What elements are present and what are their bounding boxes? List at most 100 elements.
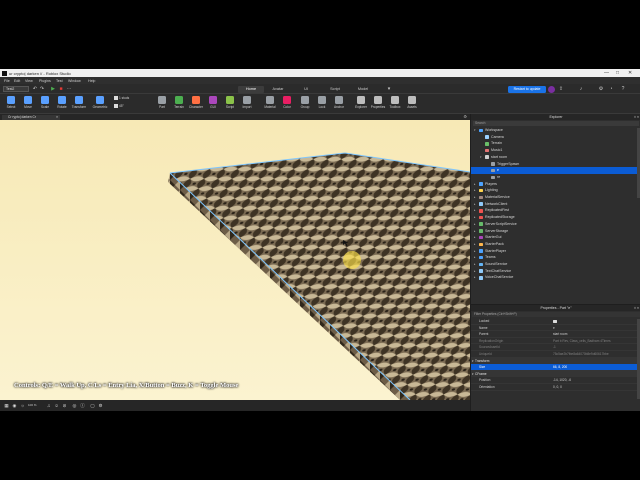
- menu-file[interactable]: File: [4, 79, 10, 83]
- locked-checkbox[interactable]: [553, 319, 557, 324]
- property-value[interactable]: 0, 0, 0: [553, 384, 562, 391]
- property-value[interactable]: -14, 1020, -6: [553, 377, 571, 384]
- chevron-right-icon[interactable]: ▸: [474, 201, 477, 208]
- redo-icon[interactable]: ↷: [39, 86, 45, 92]
- stop-icon[interactable]: ■: [58, 86, 64, 92]
- explorer-item-startergui[interactable]: ▸ StarterGui: [471, 234, 640, 241]
- explorer-item-replicatedfirst[interactable]: ▸ ReplicatedFirst: [471, 207, 640, 214]
- property-row-orientation[interactable]: Orientation 0, 0, 0: [471, 384, 637, 391]
- tab-script[interactable]: Script: [324, 86, 346, 93]
- undo-icon[interactable]: ↶: [32, 86, 38, 92]
- gear-icon[interactable]: ⚙: [463, 114, 467, 119]
- move-tool[interactable]: Move: [19, 96, 37, 112]
- settings-icon[interactable]: ⚙: [98, 403, 103, 408]
- snap-move-field[interactable]: 1 studs: [114, 96, 129, 101]
- chevron-down-icon[interactable]: ▾: [386, 86, 392, 92]
- menu-help[interactable]: Help: [88, 79, 95, 83]
- minimize-button[interactable]: —: [604, 70, 609, 76]
- property-row-replicationorigin[interactable]: ReplicationOrigin Part b Rev, Class_cells…: [471, 338, 637, 345]
- property-row-locked[interactable]: Locked: [471, 318, 637, 325]
- explorer-item-teams[interactable]: ▸ Teams: [471, 254, 640, 261]
- character-tool[interactable]: Character: [187, 96, 205, 112]
- explorer-item-starterpack[interactable]: ▸ StarterPack: [471, 241, 640, 248]
- rotate-tool[interactable]: Rotate: [53, 96, 71, 112]
- tab-ui[interactable]: UI: [298, 86, 314, 93]
- explorer-item-start-room[interactable]: ▾ start room: [471, 154, 640, 161]
- scale-tool[interactable]: Scale: [36, 96, 54, 112]
- snap-rotate-checkbox[interactable]: [114, 104, 118, 109]
- settings-icon[interactable]: ⚙: [598, 86, 604, 92]
- tab-model[interactable]: Model: [352, 86, 374, 93]
- explorer-item-terrain[interactable]: Terrain: [471, 140, 640, 147]
- explorer-item-lighting[interactable]: ▸ Lighting: [471, 187, 640, 194]
- mute-icon[interactable]: ⊘: [62, 403, 67, 408]
- menu-plugins[interactable]: Plugins: [39, 79, 51, 83]
- chevron-right-icon[interactable]: ▸: [474, 274, 477, 281]
- property-row-cframe[interactable]: CFrame ▾: [471, 370, 637, 378]
- explorer-item-triggerspawn[interactable]: TriggerSpawn: [471, 161, 640, 168]
- explorer-item-serverscriptservice[interactable]: ▸ ServerScriptService: [471, 221, 640, 228]
- user-icon[interactable]: ☺: [54, 403, 59, 408]
- explorer-item-textchatservice[interactable]: ▸ TextChatService: [471, 268, 640, 275]
- explorer-item-re[interactable]: re: [471, 174, 640, 181]
- gui-tool[interactable]: GUI: [204, 96, 222, 112]
- 3d-viewport[interactable]: Controls: Q/E = Walk Up, C/Ls = Entry Li…: [0, 120, 470, 400]
- chevron-right-icon[interactable]: ▸: [474, 248, 477, 255]
- restart-to-update-button[interactable]: Restart to update: [508, 85, 546, 93]
- explorer-item-starterplayer[interactable]: ▸ StarterPlayer: [471, 248, 640, 255]
- tab-avatar[interactable]: Avatar: [266, 86, 290, 93]
- property-row-uniqueid[interactable]: UniqueId 75c5ae2b7fbe8a64070b8e9d60617bbe: [471, 351, 637, 358]
- zoom-level[interactable]: 100 %: [28, 403, 37, 407]
- explorer-item-camera[interactable]: Camera: [471, 134, 640, 141]
- snap-rotate-field[interactable]: 45°: [114, 104, 124, 109]
- chevron-down-icon[interactable]: ▾: [474, 127, 477, 134]
- menu-window[interactable]: Window: [68, 79, 81, 83]
- grid-icon[interactable]: ▦: [4, 403, 9, 408]
- explorer-item-music1[interactable]: Music1: [471, 147, 640, 154]
- explorer-item-serverstorage[interactable]: ▸ ServerStorage: [471, 228, 640, 235]
- info-icon[interactable]: ⓘ: [80, 403, 85, 408]
- material-tool[interactable]: Material: [261, 96, 279, 112]
- lock-tool[interactable]: Lock: [313, 96, 331, 112]
- explorer-item-e[interactable]: e: [471, 167, 640, 174]
- panel-pin-close-icon[interactable]: ⌗ ×: [634, 305, 639, 311]
- tab-home[interactable]: Home: [238, 85, 264, 93]
- close-button[interactable]: ✕: [628, 70, 632, 76]
- transform-tool[interactable]: Transform: [70, 96, 88, 112]
- help-icon[interactable]: ?: [620, 86, 626, 92]
- chevron-right-icon[interactable]: ▸: [474, 214, 477, 221]
- property-row-sourceassetid[interactable]: SourceAssetId -1: [471, 344, 637, 351]
- chevron-right-icon[interactable]: ▸: [474, 194, 477, 201]
- chevron-right-icon[interactable]: ▸: [474, 221, 477, 228]
- explorer-search-input[interactable]: Search: [473, 121, 639, 126]
- eye-icon[interactable]: ◎: [72, 403, 77, 408]
- chevron-right-icon[interactable]: ▸: [474, 268, 477, 275]
- share-icon[interactable]: ⇪: [558, 86, 564, 92]
- chevron-right-icon[interactable]: ▸: [474, 234, 477, 241]
- select-tool[interactable]: Select: [2, 96, 20, 112]
- explorer-item-voicechatservice[interactable]: ▸ VoiceChatService: [471, 274, 640, 281]
- chevron-down-icon[interactable]: ▾: [472, 371, 474, 378]
- properties-tool[interactable]: Properties: [369, 96, 387, 112]
- window-icon[interactable]: ▢: [90, 403, 95, 408]
- explorer-item-materialservice[interactable]: ▸ MaterialService: [471, 194, 640, 201]
- chevron-down-icon[interactable]: ▾: [480, 154, 483, 161]
- chevron-right-icon[interactable]: ▸: [474, 254, 477, 261]
- anchor-tool[interactable]: Anchor: [330, 96, 348, 112]
- terrain-tool[interactable]: Terrain: [170, 96, 188, 112]
- property-value[interactable]: 66, 8, 200: [553, 364, 567, 371]
- property-value[interactable]: -1: [553, 344, 556, 351]
- avatar[interactable]: [548, 85, 555, 93]
- notification-icon[interactable]: ◔: [608, 86, 614, 92]
- snap-move-checkbox[interactable]: [114, 96, 118, 101]
- chevron-right-icon[interactable]: ▸: [474, 261, 477, 268]
- panel-pin-close-icon[interactable]: ⌗ ×: [634, 114, 639, 120]
- audio-icon[interactable]: ♫: [46, 403, 51, 408]
- property-value[interactable]: start room: [553, 331, 567, 338]
- bell-icon[interactable]: ♪: [578, 86, 584, 92]
- part-tool[interactable]: Part: [153, 96, 171, 112]
- chevron-right-icon[interactable]: ▸: [474, 241, 477, 248]
- explorer-item-networkclient[interactable]: ▸ NetworkClient: [471, 201, 640, 208]
- property-value[interactable]: 75c5ae2b7fbe8a64070b8e9d60617bbe: [553, 351, 609, 358]
- property-row-size[interactable]: Size 66, 8, 200: [471, 364, 637, 371]
